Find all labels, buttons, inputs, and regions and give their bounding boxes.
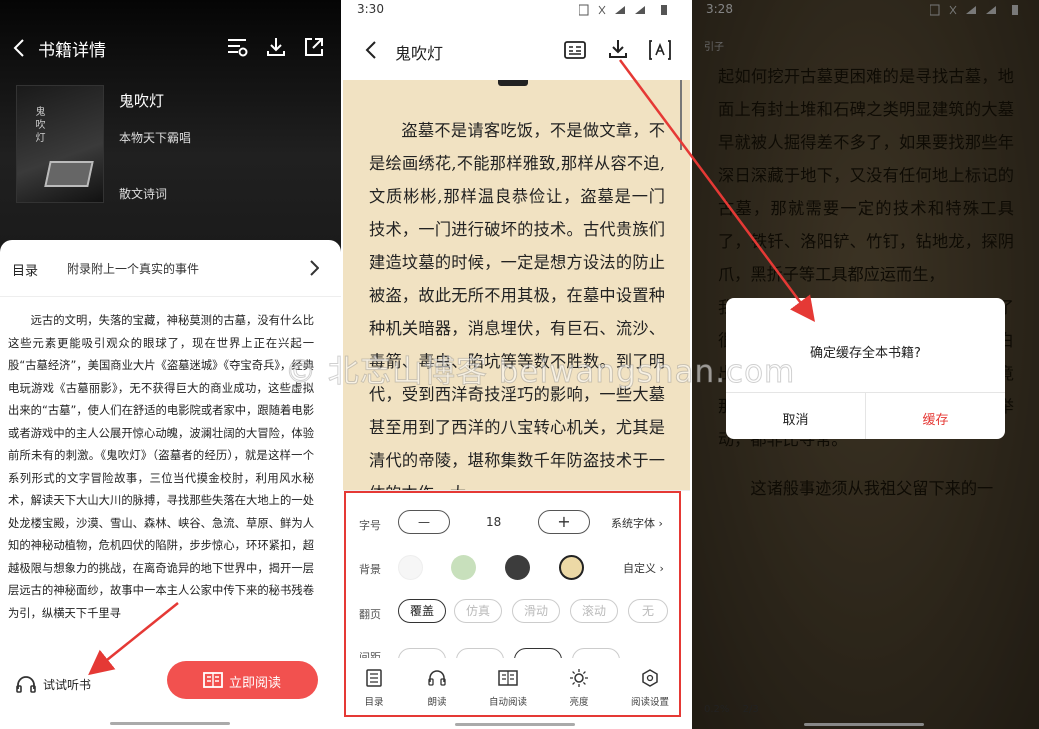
toc-label[interactable]: 目录 [12, 260, 38, 279]
page-title: 书籍详情 [38, 41, 106, 61]
read-now-button[interactable]: 立即阅读 [167, 661, 318, 699]
book-open-icon [203, 672, 223, 688]
reading-page[interactable]: 盗墓不是请客吃饭，不是做文章，不是绘画绣花,不能那样雅致,那样从容不迫,文质彬彬… [343, 80, 690, 503]
back-icon[interactable] [13, 38, 25, 58]
book-header: 书籍详情 鬼吹灯 鬼吹灯 本物天下霸唱 散文诗词 [0, 0, 341, 260]
divider [0, 296, 341, 297]
highlight-box [344, 491, 681, 717]
back-icon[interactable] [365, 40, 377, 60]
translate-icon[interactable] [649, 40, 671, 60]
share-icon[interactable] [303, 36, 325, 58]
watermark: © 北忘山博客 beiwangshan.com [284, 354, 796, 391]
book-info-sheet: 目录 附录附上一个真实的事件 远古的文明，失落的宝藏，神秘莫测的古墓，没有什么比… [0, 240, 341, 729]
cancel-button[interactable]: 取消 [726, 409, 865, 428]
toc-latest-chapter[interactable]: 附录附上一个真实的事件 [67, 260, 199, 277]
progress-percent: 0.2% [704, 704, 730, 715]
download-icon[interactable] [607, 38, 629, 60]
reading-progress: 0.2% 2/3 [704, 704, 759, 715]
settings-list-icon[interactable] [226, 37, 248, 59]
listen-label: 试试听书 [43, 678, 92, 692]
book-author: 本物天下霸唱 [119, 131, 192, 145]
book-category: 散文诗词 [119, 187, 168, 201]
headphones-icon [16, 675, 36, 693]
home-indicator [110, 722, 230, 725]
detail-card-icon[interactable] [564, 40, 586, 60]
cover-art [44, 161, 94, 187]
book-cover[interactable]: 鬼吹灯 [16, 85, 104, 203]
home-indicator [804, 723, 924, 726]
book-intro: 远古的文明，失落的宝藏，神秘莫测的古墓，没有什么比这些元素更能吸引观众的眼球了，… [8, 314, 314, 620]
reader-title: 鬼吹灯 [395, 44, 444, 63]
chevron-right-icon[interactable] [310, 260, 319, 276]
reading-text: 盗墓不是请客吃饭，不是做文章，不是绘画绣花,不能那样雅致,那样从容不迫,文质彬彬… [369, 121, 665, 503]
bookmark-string [680, 80, 682, 150]
cache-button[interactable]: 缓存 [866, 409, 1005, 428]
read-now-label: 立即阅读 [229, 676, 282, 691]
cut-off-heading [343, 80, 690, 90]
book-name: 鬼吹灯 [119, 92, 165, 110]
status-time: 3:30 [357, 2, 384, 16]
page-indicator: 2/3 [742, 704, 759, 715]
status-icons [579, 4, 679, 16]
home-indicator [455, 723, 575, 726]
download-icon[interactable] [265, 36, 287, 58]
cover-title: 鬼吹灯 [33, 106, 44, 145]
